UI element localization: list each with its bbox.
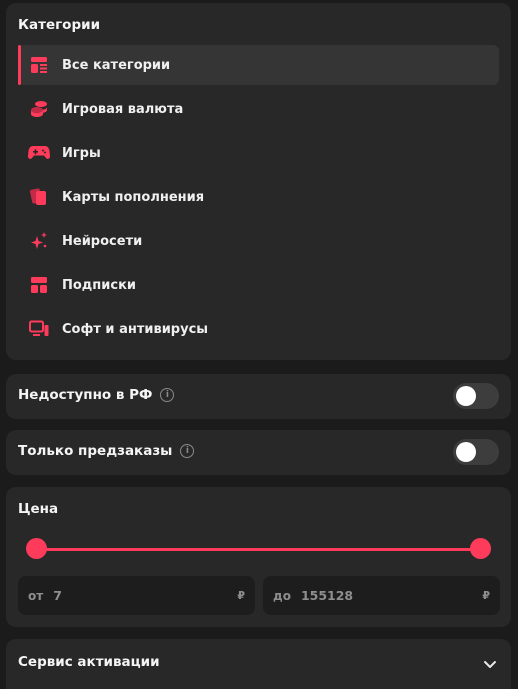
price-to-field[interactable]: до 155128 ₽ [263,576,500,615]
filter-preorders: Только предзаказы i [6,430,511,475]
subscriptions-icon [28,274,50,296]
category-item-gift-cards[interactable]: Карты пополнения [18,177,499,217]
preorders-toggle[interactable] [453,439,499,465]
price-from-value: 7 [53,588,62,603]
activation-service-panel[interactable]: Сервис активации [6,639,511,689]
price-range-track[interactable] [36,548,481,551]
filter-label: Только предзаказы [18,443,173,459]
gamepad-icon [28,142,50,164]
price-max-handle[interactable] [470,538,491,559]
cards-icon [28,186,50,208]
chevron-down-icon[interactable] [483,655,497,674]
price-panel: Цена от 7 ₽ до 155128 ₽ [6,487,511,627]
category-item-software[interactable]: Софт и антивирусы [18,309,499,349]
currency-label: ₽ [482,589,490,602]
coins-icon [28,98,50,120]
category-label: Подписки [62,277,137,293]
info-icon[interactable]: i [160,388,175,402]
computer-icon [28,318,50,340]
info-icon[interactable]: i [180,444,195,458]
toggle-knob [456,386,476,406]
category-item-ai[interactable]: Нейросети [18,221,499,261]
activation-service-label: Сервис активации [18,654,160,670]
category-label: Все категории [62,57,171,73]
price-to-value: 155128 [300,588,354,603]
category-label: Софт и антивирусы [62,321,209,337]
filter-label-wrap: Только предзаказы i [18,443,195,459]
price-title: Цена [18,501,59,517]
unavailable-rf-toggle[interactable] [453,383,499,409]
price-from-field[interactable]: от 7 ₽ [18,576,255,615]
categories-panel: Категории Все категории Игровая валюта И… [6,3,511,360]
category-item-all[interactable]: Все категории [18,45,499,85]
category-item-game-currency[interactable]: Игровая валюта [18,89,499,129]
category-list: Все категории Игровая валюта Игры Карты … [18,45,499,353]
category-item-games[interactable]: Игры [18,133,499,173]
currency-label: ₽ [237,589,245,602]
sparkles-icon [28,230,50,252]
filter-unavailable-rf: Недоступно в РФ i [6,374,511,419]
price-to-prefix: до [273,588,291,603]
category-item-subscriptions[interactable]: Подписки [18,265,499,305]
price-min-handle[interactable] [26,538,47,559]
filter-label-wrap: Недоступно в РФ i [18,387,175,403]
category-label: Игровая валюта [62,101,184,117]
toggle-knob [456,442,476,462]
category-label: Нейросети [62,233,143,249]
price-from-prefix: от [28,588,44,603]
category-label: Игры [62,145,101,161]
list-icon [28,54,50,76]
categories-title: Категории [18,17,101,33]
category-label: Карты пополнения [62,189,205,205]
filter-label: Недоступно в РФ [18,387,153,403]
